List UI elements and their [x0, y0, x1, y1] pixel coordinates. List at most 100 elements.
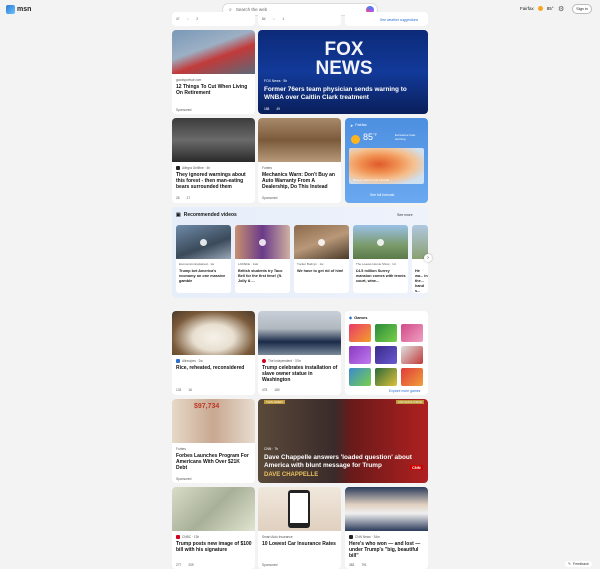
game-tile[interactable] — [349, 346, 371, 364]
gear-icon[interactable]: ⚙ — [558, 5, 564, 13]
news-card-rice[interactable]: Allrecipes · 2w Rice, reheated, reconsid… — [172, 311, 255, 395]
news-card-chappelle[interactable]: THIS AIRED CNN EXCLUSIVE CNN CNN · 7h Da… — [258, 399, 428, 483]
article-source: CNN · 7h — [264, 447, 279, 451]
news-card-won-lost[interactable]: CNN News · 34m Here's who won — and lost… — [345, 487, 428, 569]
comment-count[interactable]: 2 — [196, 17, 198, 21]
like-count[interactable]: 188 — [264, 107, 269, 111]
sun-icon — [351, 135, 360, 144]
article-image — [345, 487, 428, 531]
news-card-hundred[interactable]: CNBC · 13h Trump posts new image of $100… — [172, 487, 255, 569]
comment-count[interactable]: 1 — [282, 17, 284, 21]
video-card[interactable]: Tucker Budzyn · 1w We have to get rid of… — [294, 225, 349, 293]
news-card-forbes-debt[interactable]: $97,734 Forbes Forbes Launches Program F… — [172, 399, 255, 483]
news-card-forest[interactable]: Allegra Gellfine · 4h They ignored warni… — [172, 118, 255, 203]
reactions: 26 17 — [176, 196, 190, 200]
like-count[interactable]: 26 — [176, 196, 180, 200]
news-card-trump-statue[interactable]: The Independent · 37m Trump celebrates i… — [258, 311, 341, 395]
article-image — [172, 311, 255, 355]
video-title[interactable]: We have to get rid of him! — [297, 269, 347, 274]
game-tile[interactable] — [401, 324, 423, 342]
games-card[interactable]: ◆ Games Explore more games — [345, 311, 428, 395]
weather-location[interactable]: ➤ Fairfax — [350, 123, 367, 128]
news-card-insurance[interactable]: Smart Auto Insurance 10 Lowest Car Insur… — [258, 487, 341, 569]
article-title[interactable]: Trump posts new image of $100 bill with … — [176, 541, 252, 553]
game-tile[interactable] — [375, 346, 397, 364]
article-title[interactable]: Dave Chappelle answers 'loaded question'… — [264, 454, 424, 469]
reactions: 383 791 — [349, 563, 367, 567]
article-source: CNBC · 13h — [176, 535, 199, 539]
comment-count[interactable]: 791 — [361, 563, 366, 567]
article-title[interactable]: Forbes Launches Program For Americans Wi… — [176, 453, 252, 472]
fox-news-logo: FOX NEWS — [315, 39, 373, 79]
video-title[interactable]: He wa... in the... hand s... — [415, 269, 428, 293]
chevron-right-icon[interactable]: › — [424, 254, 432, 262]
game-tile[interactable] — [349, 324, 371, 342]
article-title[interactable]: Former 76ers team physician sends warnin… — [264, 86, 424, 101]
msn-logo[interactable]: msn — [6, 5, 31, 14]
video-title[interactable]: £4.5 million Surrey mansion comes with t… — [356, 269, 406, 284]
like-count[interactable]: 277 — [176, 563, 181, 567]
play-icon[interactable] — [318, 239, 325, 246]
dislike-icon[interactable]: ♡ — [187, 17, 190, 21]
news-card-mechanics[interactable]: Forbes Mechanics Warn: Don't Buy an Auto… — [258, 118, 341, 203]
article-title[interactable]: 12 Things To Cut When Living On Retireme… — [176, 84, 252, 96]
video-title[interactable]: Trump bet America's economy on one massi… — [179, 269, 229, 284]
heat-warning[interactable]: Excessive heat warning — [395, 133, 425, 142]
comment-count[interactable]: 17 — [187, 196, 191, 200]
like-count[interactable]: 383 — [349, 563, 354, 567]
game-tile[interactable] — [401, 346, 423, 364]
video-card[interactable]: Economics Explained · 1w Trump bet Ameri… — [176, 225, 231, 293]
news-card-retirement[interactable]: goodsportsof.com 12 Things To Cut When L… — [172, 30, 255, 114]
see-more-link[interactable]: See more — [397, 213, 413, 217]
sponsored-label: Sponsored — [176, 108, 192, 112]
explore-games-link[interactable]: Explore more games — [389, 389, 420, 393]
article-image — [258, 118, 341, 162]
like-count[interactable]: 475 — [262, 388, 267, 392]
header-temperature: 85° — [546, 6, 554, 11]
article-title[interactable]: They ignored warnings about this forest … — [176, 172, 252, 191]
game-tile[interactable] — [349, 368, 371, 386]
sign-in-button[interactable]: Sign in — [572, 4, 592, 14]
publisher-icon — [262, 359, 266, 363]
play-icon[interactable] — [200, 239, 207, 246]
comment-count[interactable]: 180 — [274, 388, 279, 392]
comment-count[interactable]: 49 — [276, 107, 280, 111]
weather-card[interactable]: ➤ Fairfax 85°F Excessive heat warning Se… — [345, 118, 428, 203]
video-card[interactable]: The Loaves Homie Show · 1d £4.5 million … — [353, 225, 408, 293]
article-title[interactable]: 10 Lowest Car Insurance Rates — [262, 541, 338, 547]
video-title[interactable]: British students try Taco Bell for the f… — [238, 269, 288, 284]
game-tile[interactable] — [375, 368, 397, 386]
article-source: The Independent · 37m — [262, 359, 301, 363]
game-tile[interactable] — [401, 368, 423, 386]
image-amount-text: $97,734 — [194, 403, 220, 410]
top-card-right[interactable]: See weather suggestions — [345, 12, 428, 26]
game-tile[interactable] — [375, 324, 397, 342]
weather-suggestions-link[interactable]: See weather suggestions — [380, 18, 418, 22]
article-source: Allegra Gellfine · 4h — [176, 166, 210, 170]
like-count[interactable]: 133 — [176, 388, 181, 392]
news-card-fox[interactable]: FOX NEWS FOX News · 5h Former 76ers team … — [258, 30, 428, 114]
article-title[interactable]: Here's who won — and lost — under Trump'… — [349, 541, 425, 560]
sponsored-label: Sponsored — [262, 563, 278, 567]
full-forecast-link[interactable]: See full forecast — [370, 193, 394, 197]
article-title[interactable]: Rice, reheated, reconsidered — [176, 365, 252, 371]
video-source: The Loaves Homie Show · 1d — [356, 262, 396, 266]
video-card[interactable]: LADbible · 1wk British students try Taco… — [235, 225, 290, 293]
dislike-icon[interactable]: ♡ — [273, 17, 276, 21]
top-card-mid[interactable]: 84 ♡ 1 — [258, 12, 341, 26]
top-card-left[interactable]: 47 ♡ 2 — [172, 12, 255, 26]
like-count[interactable]: 47 — [176, 17, 180, 21]
play-icon[interactable] — [377, 239, 384, 246]
msn-logo-icon — [6, 5, 15, 14]
feedback-button[interactable]: ✎ Feedback — [565, 561, 592, 567]
weather-map-caption: Severe storms and tornado... — [353, 178, 392, 182]
article-title[interactable]: Mechanics Warn: Don't Buy an Auto Warran… — [262, 172, 338, 191]
publisher-icon — [176, 535, 180, 539]
like-count[interactable]: 84 — [262, 17, 266, 21]
play-icon[interactable] — [259, 239, 266, 246]
article-title[interactable]: Trump celebrates installation of slave o… — [262, 365, 338, 384]
comment-count[interactable]: 209 — [188, 563, 193, 567]
weather-widget[interactable]: Fairfax 85° — [520, 6, 554, 11]
comment-count[interactable]: 16 — [188, 388, 192, 392]
video-icon: ▣ — [176, 212, 181, 218]
